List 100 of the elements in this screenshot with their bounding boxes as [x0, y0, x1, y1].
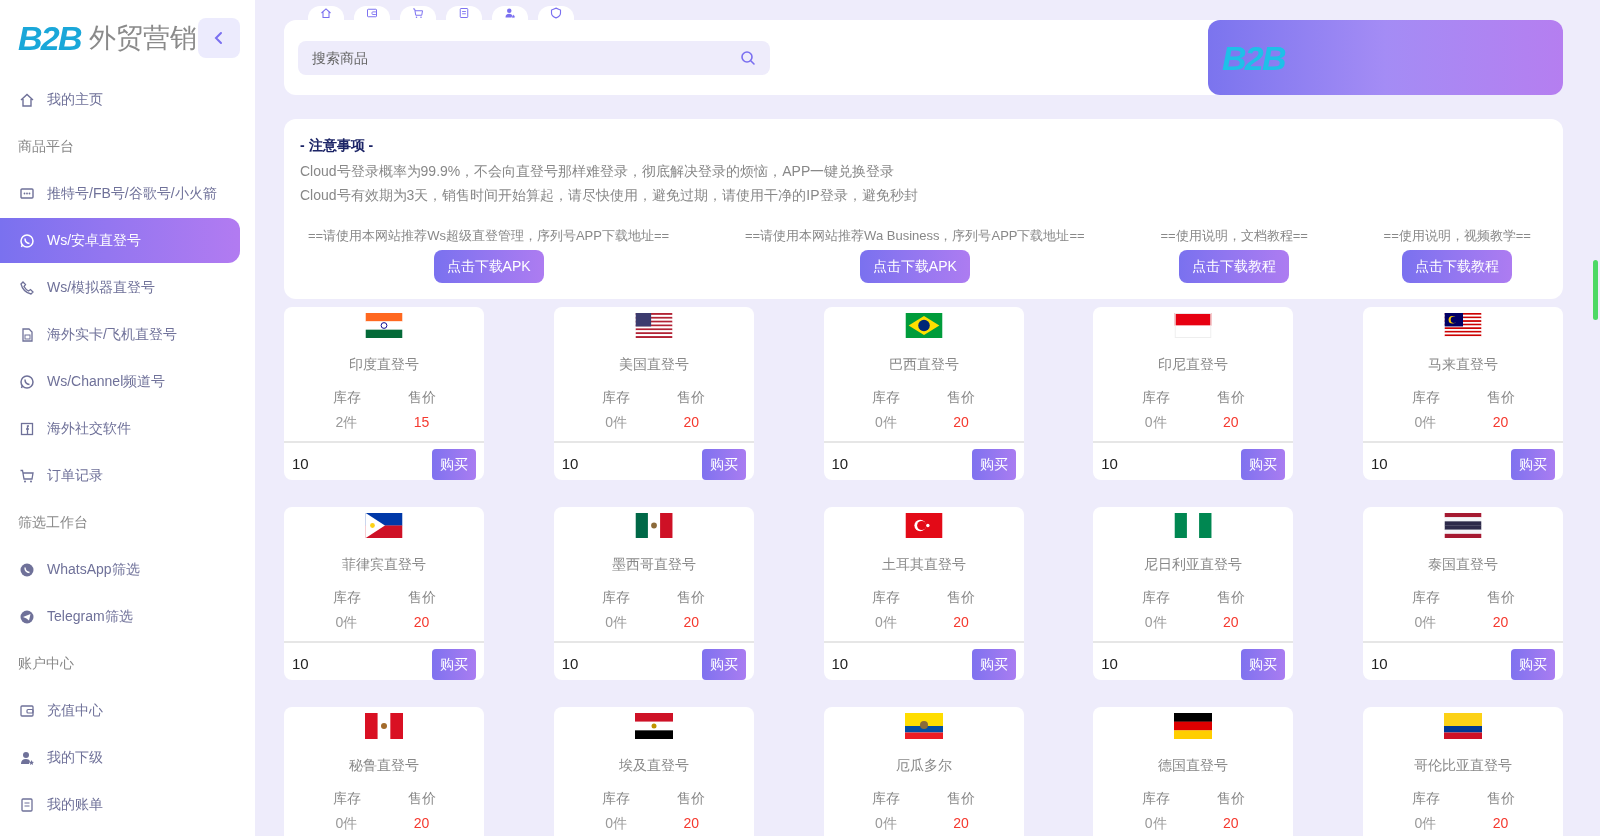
download-button[interactable]: 点击下载APK	[859, 249, 970, 283]
scrollbar	[1593, 260, 1598, 320]
stat-text: 售价	[1485, 587, 1516, 607]
section-heading: 筛选工作台	[17, 513, 89, 532]
cart-icon	[412, 7, 424, 19]
nav-item[interactable]: 我的下级	[0, 734, 240, 781]
stat-text: 售价	[946, 788, 976, 808]
app-title: 外贸营销	[88, 21, 197, 55]
buy-button[interactable]: 购买	[1241, 648, 1286, 680]
stat-text: 库存	[1410, 788, 1441, 808]
shortcut-tab[interactable]	[446, 6, 482, 20]
stat-text: 售价	[1485, 788, 1516, 808]
nav-item[interactable]: Ws/Channel频道号	[0, 358, 240, 405]
download-button[interactable]: 点击下载教程	[1179, 249, 1290, 283]
flag-icon	[634, 312, 673, 338]
nav-item[interactable]: 充值中心	[0, 687, 240, 734]
nav-item[interactable]: 海外实卡/飞机直登号	[0, 311, 240, 358]
search-field[interactable]: 搜索商品	[298, 40, 770, 75]
flag-icon	[634, 512, 673, 538]
stat-text: 库存	[871, 587, 901, 607]
product-name: 印尼直登号	[1157, 354, 1230, 374]
stat-text: 0件	[1143, 412, 1168, 432]
nav-item[interactable]: 推特号/FB号/谷歌号/小火箭	[0, 170, 240, 217]
quantity-field[interactable]: 10	[1371, 652, 1471, 676]
bill-icon	[458, 7, 470, 19]
stat-text: 库存	[1410, 587, 1441, 607]
stat-text: 售价	[946, 587, 976, 607]
quantity-field[interactable]: 10	[292, 652, 392, 676]
nav-item[interactable]: Ws/安卓直登号	[0, 218, 240, 263]
facebook-icon	[19, 420, 35, 437]
stat-text: 20	[412, 612, 431, 632]
buy-button[interactable]: 购买	[1511, 648, 1555, 680]
stat-text: 库存	[1410, 387, 1441, 407]
nav-item[interactable]: 我的账单	[0, 781, 240, 828]
stat-text: 售价	[1215, 587, 1246, 607]
buy-button[interactable]: 购买	[701, 648, 746, 680]
stat-text: 售价	[1485, 387, 1516, 407]
stat-text: 售价	[946, 387, 976, 407]
product-name: 德国直登号	[1157, 755, 1230, 775]
cart-icon	[19, 467, 35, 484]
section-heading: 商品平台	[17, 137, 75, 156]
stat-text: 库存	[331, 587, 362, 607]
stat-text: 库存	[1140, 587, 1171, 607]
stat-text: 0件	[874, 612, 898, 632]
nav-item[interactable]: 海外社交软件	[0, 405, 240, 452]
nav-item[interactable]: Ws/模拟器直登号	[0, 264, 240, 311]
nav-item[interactable]: 我的主页	[0, 76, 240, 123]
nav-item[interactable]: Telegram筛选	[0, 593, 240, 640]
shortcut-tab[interactable]	[492, 6, 528, 20]
shortcut-tab[interactable]	[354, 6, 390, 20]
chat-icon	[19, 185, 35, 202]
quantity-field[interactable]: 10	[1371, 452, 1471, 476]
quantity-field[interactable]: 10	[292, 452, 392, 476]
product-name: 印度直登号	[348, 354, 420, 374]
flag-icon	[1444, 712, 1482, 739]
stat-text: 0件	[604, 412, 629, 432]
wallet-icon	[366, 7, 378, 19]
shortcut-tab[interactable]	[308, 6, 344, 20]
stat-text: 2件	[334, 412, 359, 432]
stat-text: 0件	[874, 813, 898, 833]
stat-text: 20	[1491, 612, 1510, 632]
nav-item[interactable]: WhatsApp筛选	[0, 546, 240, 593]
buy-button[interactable]: 购买	[971, 448, 1016, 480]
flag-icon	[904, 712, 943, 739]
flag-icon	[365, 512, 403, 538]
flag-icon	[1444, 512, 1482, 538]
shortcut-tab[interactable]	[400, 6, 436, 20]
user-icon	[504, 7, 516, 19]
buy-button[interactable]: 购买	[1511, 448, 1555, 480]
stat-text: 20	[682, 612, 701, 632]
shield-icon	[550, 7, 562, 19]
buy-button[interactable]: 购买	[701, 448, 746, 480]
notice-title: - 注意事项 -	[300, 136, 375, 155]
download-button[interactable]: 点击下载APK	[433, 249, 544, 283]
stat-text: 库存	[601, 788, 632, 808]
product-name: 泰国直登号	[1427, 554, 1499, 574]
whatsapp-icon	[19, 232, 35, 249]
quantity-field[interactable]: 10	[1101, 652, 1202, 676]
quantity-field[interactable]: 10	[561, 452, 662, 476]
stat-text: 20	[952, 412, 970, 432]
stat-text: 售价	[1215, 788, 1246, 808]
stat-text: 库存	[1140, 387, 1171, 407]
buy-button[interactable]: 购买	[432, 648, 476, 680]
stat-text: 0件	[604, 612, 629, 632]
quantity-field[interactable]: 10	[561, 652, 662, 676]
stat-text: 售价	[676, 788, 707, 808]
buy-button[interactable]: 购买	[1241, 448, 1286, 480]
nav-item[interactable]: 订单记录	[0, 452, 240, 499]
quantity-field[interactable]: 10	[831, 452, 932, 476]
download-button[interactable]: 点击下载教程	[1402, 249, 1513, 283]
quantity-field[interactable]: 10	[831, 652, 932, 676]
product-name: 美国直登号	[617, 354, 690, 374]
product-name: 土耳其直登号	[880, 554, 967, 574]
product-name: 马来直登号	[1427, 354, 1499, 374]
shortcut-tab[interactable]	[538, 6, 574, 20]
quantity-field[interactable]: 10	[1101, 452, 1202, 476]
stat-text: 0件	[874, 412, 898, 432]
buy-button[interactable]: 购买	[432, 448, 476, 480]
buy-button[interactable]: 购买	[971, 648, 1016, 680]
stat-text: 售价	[676, 387, 707, 407]
